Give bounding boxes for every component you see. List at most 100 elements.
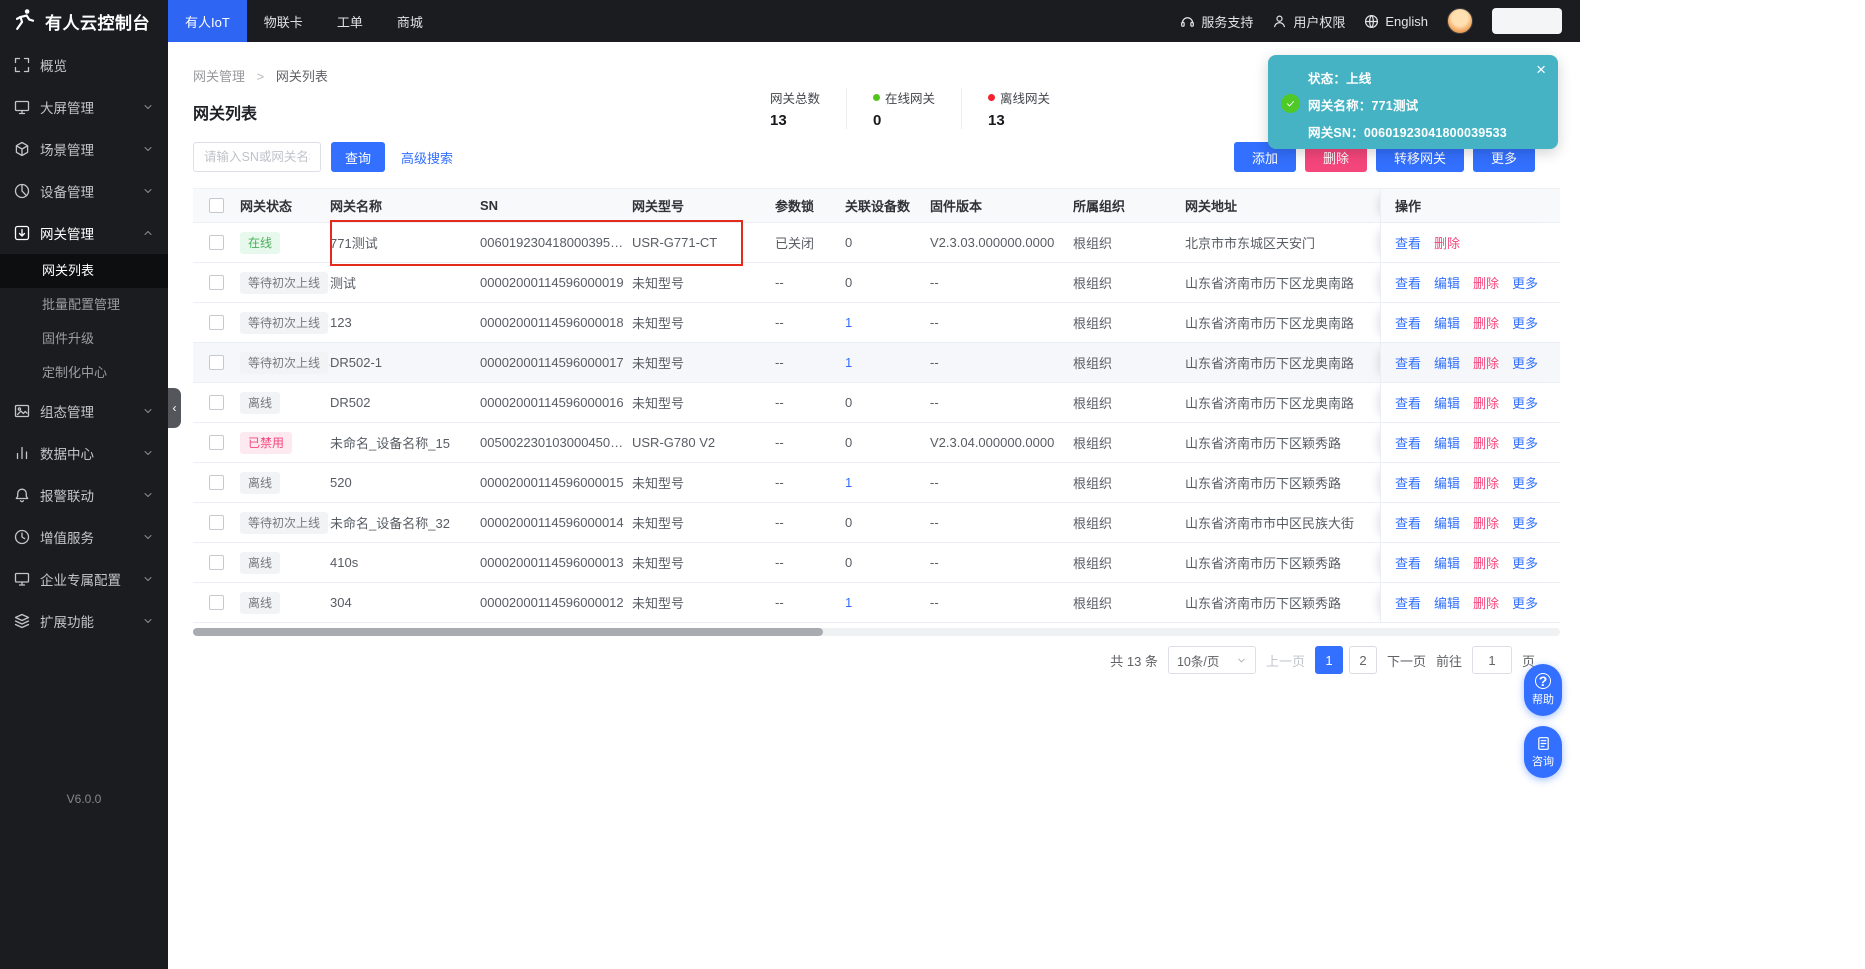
sidebar-subitem-批量配置管理[interactable]: 批量配置管理 xyxy=(0,288,168,322)
sidebar-menu: 概览 大屏管理 场景管理 设备管理 网关管理 网关列表 批量配置管理 固件升级 定制化中心 组态管… xyxy=(0,42,168,642)
op-删除[interactable]: 删除 xyxy=(1473,513,1499,532)
support-link[interactable]: 服务支持 xyxy=(1180,12,1253,31)
op-编辑[interactable]: 编辑 xyxy=(1434,313,1460,332)
sidebar-item-网关管理[interactable]: 网关管理 xyxy=(0,212,168,254)
op-更多[interactable]: 更多 xyxy=(1512,433,1538,452)
sidebar-subitem-网关列表[interactable]: 网关列表 xyxy=(0,254,168,288)
prev-page-button[interactable]: 上一页 xyxy=(1266,651,1305,670)
op-编辑[interactable]: 编辑 xyxy=(1434,353,1460,372)
nav-tab-工单[interactable]: 工单 xyxy=(320,0,380,42)
op-查看[interactable]: 查看 xyxy=(1395,433,1421,452)
breadcrumb-item-gateway-mgmt[interactable]: 网关管理 xyxy=(193,69,245,84)
row-checkbox[interactable] xyxy=(209,555,224,570)
sidebar-item-增值服务[interactable]: 增值服务 xyxy=(0,516,168,558)
devices-count-link[interactable]: 1 xyxy=(845,315,852,330)
query-button[interactable]: 查询 xyxy=(331,142,386,172)
sidebar-item-场景管理[interactable]: 场景管理 xyxy=(0,128,168,170)
search-input[interactable] xyxy=(193,142,321,172)
nav-tab-物联卡[interactable]: 物联卡 xyxy=(247,0,320,42)
op-查看[interactable]: 查看 xyxy=(1395,313,1421,332)
float-帮助[interactable]: ? 帮助 xyxy=(1524,664,1562,716)
sidebar-item-设备管理[interactable]: 设备管理 xyxy=(0,170,168,212)
page-size-select[interactable]: 10条/页 xyxy=(1167,646,1256,674)
row-checkbox[interactable] xyxy=(209,595,224,610)
sidebar-item-企业专属配置[interactable]: 企业专属配置 xyxy=(0,558,168,600)
sidebar-item-数据中心[interactable]: 数据中心 xyxy=(0,432,168,474)
op-编辑[interactable]: 编辑 xyxy=(1434,593,1460,612)
op-查看[interactable]: 查看 xyxy=(1395,473,1421,492)
next-page-button[interactable]: 下一页 xyxy=(1387,651,1426,670)
ops-cell: 查看 编辑 删除 更多 xyxy=(1380,343,1560,382)
op-删除[interactable]: 删除 xyxy=(1473,473,1499,492)
op-更多[interactable]: 更多 xyxy=(1512,473,1538,492)
float-咨询[interactable]: 咨询 xyxy=(1524,726,1562,778)
op-编辑[interactable]: 编辑 xyxy=(1434,513,1460,532)
page-button-2[interactable]: 2 xyxy=(1348,646,1377,674)
op-更多[interactable]: 更多 xyxy=(1512,353,1538,372)
model-cell: USR-G771-CT xyxy=(632,235,718,250)
op-编辑[interactable]: 编辑 xyxy=(1434,433,1460,452)
nav-tab-有人IoT[interactable]: 有人IoT xyxy=(168,0,247,42)
scrollbar-thumb[interactable] xyxy=(193,628,823,636)
op-删除[interactable]: 删除 xyxy=(1473,273,1499,292)
permissions-link[interactable]: 用户权限 xyxy=(1272,12,1345,31)
op-查看[interactable]: 查看 xyxy=(1395,513,1421,532)
op-编辑[interactable]: 编辑 xyxy=(1434,393,1460,412)
sidebar-subitem-固件升级[interactable]: 固件升级 xyxy=(0,322,168,356)
op-查看[interactable]: 查看 xyxy=(1395,553,1421,572)
op-更多[interactable]: 更多 xyxy=(1512,313,1538,332)
sidebar-item-报警联动[interactable]: 报警联动 xyxy=(0,474,168,516)
row-checkbox[interactable] xyxy=(209,515,224,530)
op-删除[interactable]: 删除 xyxy=(1473,433,1499,452)
op-删除[interactable]: 删除 xyxy=(1473,393,1499,412)
gateway-name-cell: 520 xyxy=(330,475,352,490)
op-查看[interactable]: 查看 xyxy=(1395,353,1421,372)
horizontal-scrollbar[interactable] xyxy=(193,628,1560,636)
op-编辑[interactable]: 编辑 xyxy=(1434,273,1460,292)
op-删除[interactable]: 删除 xyxy=(1473,353,1499,372)
op-查看[interactable]: 查看 xyxy=(1395,233,1421,252)
op-查看[interactable]: 查看 xyxy=(1395,393,1421,412)
row-checkbox-cell xyxy=(193,435,240,450)
row-checkbox[interactable] xyxy=(209,395,224,410)
devices-count-link[interactable]: 1 xyxy=(845,355,852,370)
op-更多[interactable]: 更多 xyxy=(1512,553,1538,572)
op-编辑[interactable]: 编辑 xyxy=(1434,553,1460,572)
op-更多[interactable]: 更多 xyxy=(1512,273,1538,292)
op-删除[interactable]: 删除 xyxy=(1473,313,1499,332)
language-switch[interactable]: English xyxy=(1364,14,1428,29)
op-更多[interactable]: 更多 xyxy=(1512,593,1538,612)
row-checkbox[interactable] xyxy=(209,435,224,450)
op-删除[interactable]: 删除 xyxy=(1434,233,1460,252)
sidebar-item-概览[interactable]: 概览 xyxy=(0,44,168,86)
devices-count-link[interactable]: 1 xyxy=(845,475,852,490)
sidebar-item-组态管理[interactable]: 组态管理 xyxy=(0,390,168,432)
op-更多[interactable]: 更多 xyxy=(1512,513,1538,532)
avatar[interactable] xyxy=(1447,8,1473,34)
nav-tab-商城[interactable]: 商城 xyxy=(380,0,440,42)
row-checkbox[interactable] xyxy=(209,275,224,290)
col-header-参数锁: 参数锁 xyxy=(775,199,815,214)
page-button-1[interactable]: 1 xyxy=(1314,646,1343,674)
devices-count-link[interactable]: 1 xyxy=(845,595,852,610)
sidebar-subitem-定制化中心[interactable]: 定制化中心 xyxy=(0,356,168,390)
sidebar-collapse-handle[interactable]: ‹ xyxy=(168,388,181,428)
logo[interactable]: 有人云控制台 xyxy=(0,0,168,42)
op-查看[interactable]: 查看 xyxy=(1395,273,1421,292)
sidebar-item-扩展功能[interactable]: 扩展功能 xyxy=(0,600,168,642)
op-删除[interactable]: 删除 xyxy=(1473,553,1499,572)
op-删除[interactable]: 删除 xyxy=(1473,593,1499,612)
close-icon[interactable]: × xyxy=(1536,60,1546,80)
goto-page-input[interactable] xyxy=(1471,646,1512,674)
op-查看[interactable]: 查看 xyxy=(1395,593,1421,612)
sidebar-item-大屏管理[interactable]: 大屏管理 xyxy=(0,86,168,128)
enterprise-icon xyxy=(14,571,30,587)
row-checkbox[interactable] xyxy=(209,235,224,250)
op-编辑[interactable]: 编辑 xyxy=(1434,473,1460,492)
row-checkbox[interactable] xyxy=(209,315,224,330)
row-checkbox[interactable] xyxy=(209,355,224,370)
advanced-search-link[interactable]: 高级搜索 xyxy=(401,148,453,167)
op-更多[interactable]: 更多 xyxy=(1512,393,1538,412)
select-all-checkbox[interactable] xyxy=(209,198,224,213)
row-checkbox[interactable] xyxy=(209,475,224,490)
